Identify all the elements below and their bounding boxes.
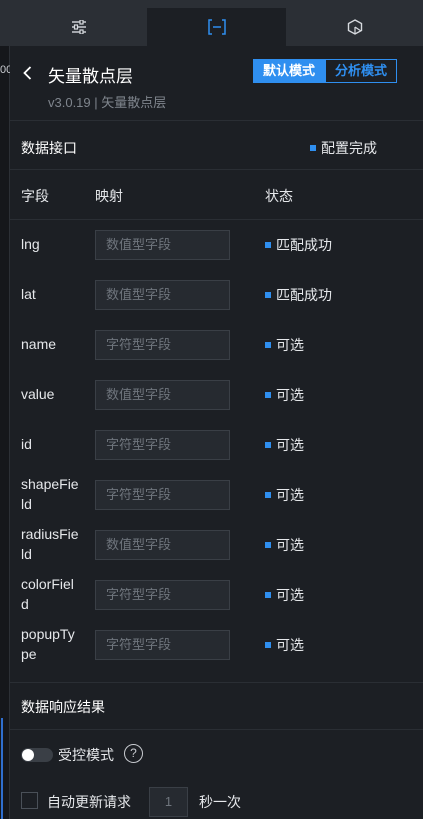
field-status-text: 可选 bbox=[276, 387, 304, 403]
field-name-radiusfield: radiusField bbox=[21, 526, 79, 562]
mapping-input-lat[interactable]: 数值型字段 bbox=[95, 280, 230, 310]
tab-style[interactable] bbox=[10, 8, 147, 46]
status-dot-icon bbox=[265, 492, 271, 498]
mapping-input-radiusfield[interactable]: 数值型字段 bbox=[95, 530, 230, 560]
field-status-lat: 匹配成功 bbox=[265, 285, 332, 305]
auto-update-checkbox[interactable] bbox=[21, 792, 38, 809]
mapping-input-popuptype[interactable]: 字符型字段 bbox=[95, 630, 230, 660]
sliders-icon bbox=[71, 20, 86, 34]
cube-icon bbox=[347, 19, 362, 35]
status-dot-icon bbox=[265, 442, 271, 448]
tab-data[interactable] bbox=[147, 8, 286, 46]
field-status-colorfield: 可选 bbox=[265, 585, 304, 605]
field-status-id: 可选 bbox=[265, 435, 304, 455]
top-tab-bar bbox=[0, 0, 423, 46]
config-panel: 矢量散点层 v3.0.19 | 矢量散点层 默认模式 分析模式 数据接口 配置完… bbox=[10, 46, 423, 819]
chevron-left-icon bbox=[22, 66, 31, 80]
field-status-name: 可选 bbox=[265, 335, 304, 355]
field-status-shapefield: 可选 bbox=[265, 485, 304, 505]
status-dot-icon bbox=[265, 542, 271, 548]
component-title: 矢量散点层 bbox=[48, 67, 133, 86]
mapping-input-shapefield[interactable]: 字符型字段 bbox=[95, 480, 230, 510]
tab-interaction[interactable] bbox=[286, 8, 423, 46]
divider bbox=[10, 169, 423, 170]
bracket-minus-icon bbox=[207, 19, 226, 35]
field-name-id: id bbox=[21, 436, 32, 452]
field-status-text: 匹配成功 bbox=[276, 287, 332, 303]
response-title: 数据响应结果 bbox=[21, 699, 105, 715]
back-button[interactable] bbox=[20, 65, 34, 81]
field-status-lng: 匹配成功 bbox=[265, 235, 332, 255]
status-dot-icon bbox=[310, 145, 316, 151]
status-dot-icon bbox=[265, 392, 271, 398]
field-name-lng: lng bbox=[21, 236, 40, 252]
mapping-input-lng[interactable]: 数值型字段 bbox=[95, 230, 230, 260]
config-status: 配置完成 bbox=[310, 138, 377, 158]
component-version: v3.0.19 | 矢量散点层 bbox=[48, 95, 167, 110]
divider bbox=[10, 120, 423, 121]
toggle-knob bbox=[22, 749, 34, 761]
controlled-mode-toggle[interactable] bbox=[21, 748, 53, 762]
field-status-text: 可选 bbox=[276, 637, 304, 653]
field-status-radiusfield: 可选 bbox=[265, 535, 304, 555]
canvas-selection-marker bbox=[1, 718, 3, 819]
field-status-popuptype: 可选 bbox=[265, 635, 304, 655]
controlled-mode-label: 受控模式 bbox=[58, 747, 114, 763]
mapping-input-name[interactable]: 字符型字段 bbox=[95, 330, 230, 360]
data-interface-title: 数据接口 bbox=[21, 140, 77, 156]
field-name-popuptype: popupType bbox=[21, 626, 75, 662]
status-dot-icon bbox=[265, 242, 271, 248]
mapping-input-value[interactable]: 数值型字段 bbox=[95, 380, 230, 410]
column-header-status: 状态 bbox=[265, 188, 293, 204]
analysis-mode-button[interactable]: 分析模式 bbox=[325, 59, 398, 83]
divider bbox=[10, 729, 423, 730]
field-status-text: 匹配成功 bbox=[276, 237, 332, 253]
mode-switch: 默认模式 分析模式 bbox=[253, 59, 398, 83]
config-status-text: 配置完成 bbox=[321, 140, 377, 156]
interval-input[interactable]: 1 bbox=[149, 787, 188, 817]
field-name-colorfield: colorField bbox=[21, 576, 74, 612]
column-header-mapping: 映射 bbox=[95, 188, 123, 204]
field-status-text: 可选 bbox=[276, 537, 304, 553]
field-status-text: 可选 bbox=[276, 487, 304, 503]
divider bbox=[10, 219, 423, 220]
status-dot-icon bbox=[265, 292, 271, 298]
status-dot-icon bbox=[265, 642, 271, 648]
field-status-value: 可选 bbox=[265, 385, 304, 405]
field-status-text: 可选 bbox=[276, 587, 304, 603]
column-header-field: 字段 bbox=[21, 188, 49, 204]
divider bbox=[10, 682, 423, 683]
question-circle-icon[interactable]: ? bbox=[124, 744, 143, 763]
field-status-text: 可选 bbox=[276, 337, 304, 353]
field-status-text: 可选 bbox=[276, 437, 304, 453]
interval-unit: 秒一次 bbox=[199, 794, 241, 810]
status-dot-icon bbox=[265, 592, 271, 598]
field-name-name: name bbox=[21, 336, 57, 352]
canvas-edge-strip: 00 bbox=[0, 46, 12, 819]
field-name-shapefield: shapeField bbox=[21, 476, 79, 512]
default-mode-button[interactable]: 默认模式 bbox=[253, 59, 326, 83]
field-name-value: value bbox=[21, 386, 55, 402]
field-name-lat: lat bbox=[21, 286, 36, 302]
mapping-input-colorfield[interactable]: 字符型字段 bbox=[95, 580, 230, 610]
auto-update-label: 自动更新请求 bbox=[47, 794, 131, 810]
mapping-input-id[interactable]: 字符型字段 bbox=[95, 430, 230, 460]
status-dot-icon bbox=[265, 342, 271, 348]
